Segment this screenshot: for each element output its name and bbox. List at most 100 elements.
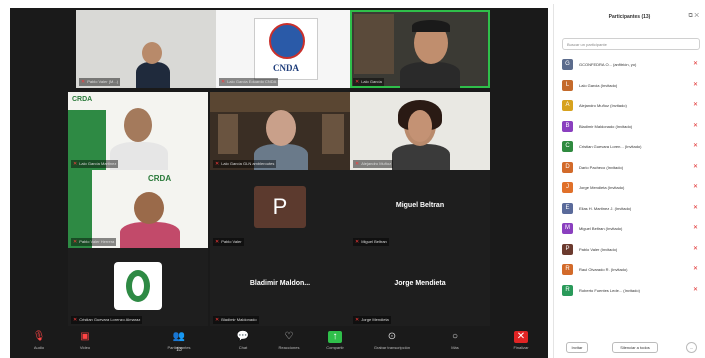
participant-name: Lalo García <box>361 79 382 84</box>
avatar: P <box>254 186 306 228</box>
microphone-muted-icon[interactable]: ✕ <box>693 122 698 129</box>
panel-title: Participantes (13) <box>608 14 651 20</box>
video-tile[interactable]: Miguel Beltran ✕ Miguel Beltran <box>350 170 490 248</box>
microphone-muted-icon[interactable]: ✕ <box>693 183 698 190</box>
record-button[interactable]: ⊙ Grabar transcripción <box>362 330 422 356</box>
participant-row[interactable]: G GCONFEDRA O... (anfitrión, yo) ✕ <box>562 56 702 74</box>
participant-row[interactable]: R Raul Olvarado R. (Invitado) ✕ <box>562 261 702 279</box>
popout-icon[interactable]: ⧉ <box>688 13 692 19</box>
video-tile[interactable]: Jorge Mendieta ✕ Jorge Mendieta <box>350 248 490 326</box>
participant-row[interactable]: C Cristian Guevara Loren... (Invitado) ✕ <box>562 138 702 156</box>
more-button[interactable]: ○ Más <box>430 330 480 356</box>
end-meeting-button[interactable]: ✕ Finalizar <box>496 330 546 356</box>
participant-row[interactable]: A Alejandro Muñoz (Invitado) ✕ <box>562 97 702 115</box>
microphone-muted-icon: 🎙 <box>32 331 46 342</box>
participant-row[interactable]: R Roberto Fuentes Lede... (Invitado) ✕ <box>562 282 702 300</box>
share-button[interactable]: ↑ Compartir <box>310 330 360 356</box>
muted-icon: ✕ <box>355 79 360 85</box>
participant-row[interactable]: L Lalo Garcia (Invitado) ✕ <box>562 77 702 95</box>
microphone-muted-icon[interactable]: ✕ <box>693 245 698 252</box>
participant-name: Pablo Valer (M...) <box>87 79 119 84</box>
muted-icon: ✕ <box>355 317 360 323</box>
microphone-muted-icon[interactable]: ✕ <box>693 81 698 88</box>
participant-row-name: Miguel Beltran (Invitado) <box>579 226 623 231</box>
audio-button[interactable]: 🎙 Audio <box>14 330 64 356</box>
avatar: G <box>562 59 573 70</box>
microphone-muted-icon[interactable]: ✕ <box>693 163 698 170</box>
avatar: D <box>562 161 573 173</box>
more-options-button[interactable]: … <box>686 342 697 353</box>
participant-row-name: Lalo Garcia (Invitado) <box>579 82 618 88</box>
meeting-toolbar: 🎙 Audio ▣ Video 👥13 Participantes 💬 Chat… <box>10 328 548 358</box>
participant-row[interactable]: D Dario Pacheco (Invitado) ✕ <box>562 159 702 177</box>
participant-name: Lalo García GLN ambleroutes <box>221 161 275 166</box>
chat-button[interactable]: 💬 Chat <box>218 330 268 356</box>
participants-button[interactable]: 👥13 Participantes <box>154 330 204 356</box>
participant-display-name: Miguel Beltran <box>395 202 445 209</box>
microphone-muted-icon[interactable]: ✕ <box>693 286 698 293</box>
avatar: J <box>562 182 573 193</box>
more-icon: ○ <box>451 331 459 342</box>
reactions-button[interactable]: ♡ Reacciones <box>264 330 314 356</box>
participant-name: Alejandro Muñoz <box>361 161 392 166</box>
camera-off-icon: ▣ <box>80 331 90 342</box>
muted-icon: ✕ <box>73 317 78 323</box>
video-tile[interactable]: P ✕ Pablo Valer <box>210 170 350 248</box>
avatar: P <box>562 243 573 255</box>
avatar: M <box>562 223 573 234</box>
microphone-muted-icon[interactable]: ✕ <box>693 224 698 231</box>
participant-row[interactable]: M Miguel Beltran (Invitado) ✕ <box>562 220 702 238</box>
microphone-muted-icon[interactable]: ✕ <box>693 204 698 211</box>
video-tile[interactable]: ✕ Alejandro Muñoz <box>350 92 490 170</box>
share-screen-icon: ↑ <box>328 331 342 343</box>
video-tile[interactable]: CRDA ✕ Pablo Valer Herrera <box>68 170 208 248</box>
microphone-muted-icon[interactable]: ✕ <box>693 265 698 272</box>
video-button[interactable]: ▣ Video <box>60 330 110 356</box>
participant-row-name: Bladimir Maldonado (Invitado) <box>579 123 633 129</box>
avatar: R <box>562 284 573 296</box>
invite-button[interactable]: Invitar <box>566 342 588 353</box>
participant-name: Pablo Valer Herrera <box>79 239 115 244</box>
cnda-logo: CNDA <box>254 18 318 80</box>
mute-all-button[interactable]: Silenciar a todos <box>612 342 658 353</box>
participant-row-name: Dario Pacheco (Invitado) <box>579 164 624 170</box>
participant-name: Jorge Mendieta <box>361 317 389 322</box>
microphone-muted-icon[interactable]: ✕ <box>693 101 698 108</box>
video-tile-active-speaker[interactable]: ✕ Lalo García <box>350 10 490 88</box>
video-tile[interactable]: ✕ Lalo García GLN ambleroutes <box>210 92 350 170</box>
microphone-muted-icon[interactable]: ✕ <box>693 142 698 149</box>
participant-row-name: Roberto Fuentes Lede... (Invitado) <box>579 287 640 293</box>
video-tile[interactable]: CRDA ✕ Lalo García Martinez <box>68 92 208 170</box>
participant-row[interactable]: B Bladimir Maldonado (Invitado) ✕ <box>562 118 702 136</box>
close-icon[interactable]: ✕ <box>694 13 699 19</box>
video-tile[interactable]: ✕ Cristian Guevara Lorenzo Almaraz <box>68 248 208 326</box>
participants-panel: Participantes (13) ⧉ ✕ Buscar un partici… <box>553 4 705 358</box>
participant-row-name: Cristian Guevara Loren... (Invitado) <box>579 144 642 149</box>
participant-row[interactable]: E Elias H. Martinez J. (Invitado) ✕ <box>562 200 702 218</box>
participant-display-name: Bladimir Maldon... <box>249 280 311 287</box>
video-tile[interactable]: Bladimir Maldon... ✕ Bladimir Maldonado <box>210 248 350 326</box>
chat-bubble-icon: 💬 <box>236 331 250 342</box>
video-tile[interactable]: CNDA ✕ Lalo Garcia Eduardo CNDA <box>216 10 356 88</box>
participant-row-name: Alejandro Muñoz (Invitado) <box>579 103 627 108</box>
participant-name: Lalo García Martinez <box>79 161 117 166</box>
video-tile[interactable]: ✕ Pablo Valer (M...) <box>76 10 216 88</box>
muted-icon: ✕ <box>73 161 78 167</box>
participant-name: Lalo Garcia Eduardo CNDA <box>227 79 277 84</box>
avatar: A <box>562 100 573 111</box>
participant-display-name: Jorge Mendieta <box>394 280 446 287</box>
avatar: C <box>562 141 573 152</box>
avatar: E <box>562 202 573 214</box>
avatar: B <box>562 120 573 132</box>
participant-row-name: GCONFEDRA O... (anfitrión, yo) <box>579 62 637 67</box>
participant-search-input[interactable]: Buscar un participante <box>562 38 700 50</box>
participant-row[interactable]: J Jorge Mendieta (Invitado) ✕ <box>562 179 702 197</box>
participant-name: Cristian Guevara Lorenzo Almaraz <box>79 317 141 322</box>
people-icon: 👥13 <box>172 331 186 353</box>
avatar: L <box>562 79 573 91</box>
participant-row[interactable]: P Pablo Valer (Invitado) ✕ <box>562 241 702 259</box>
muted-icon: ✕ <box>81 79 86 85</box>
muted-icon: ✕ <box>215 239 220 245</box>
microphone-muted-icon[interactable]: ✕ <box>693 60 698 67</box>
avatar <box>114 262 162 310</box>
